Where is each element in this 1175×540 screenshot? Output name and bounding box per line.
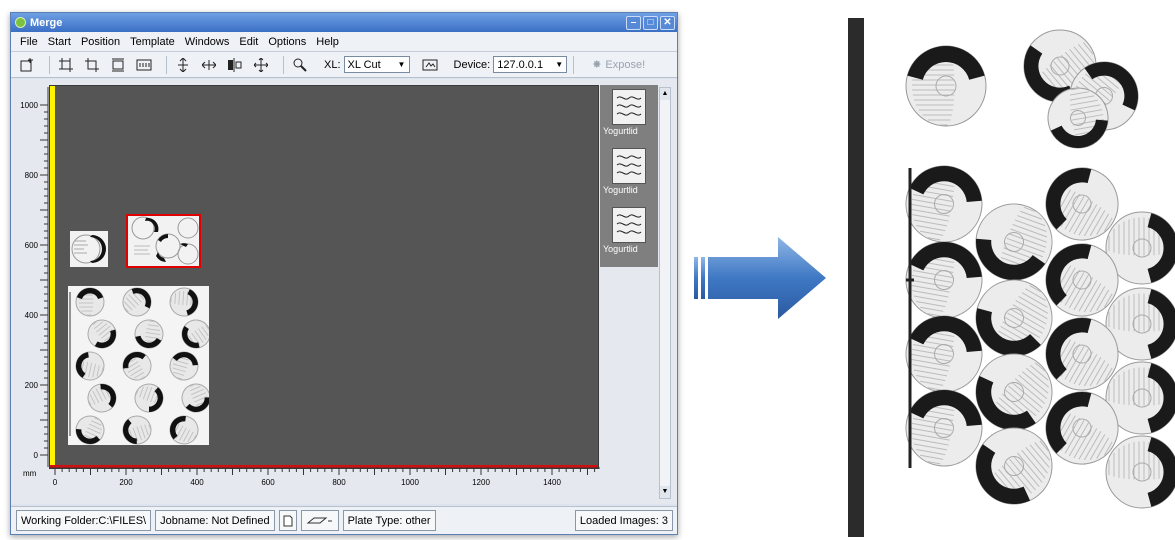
- device-label: Device:: [454, 59, 491, 71]
- ruler-unit: mm: [23, 469, 36, 478]
- align-horizontal-icon[interactable]: [199, 56, 219, 74]
- ruler-tick-label: 1000: [401, 478, 419, 487]
- expose-label: Expose!: [605, 59, 645, 71]
- menu-template[interactable]: Template: [125, 36, 180, 48]
- yogurt-lid-shape: [900, 384, 988, 472]
- chevron-down-icon: ▼: [552, 60, 566, 69]
- placed-image-selected[interactable]: [128, 216, 199, 266]
- close-button[interactable]: ✕: [660, 16, 675, 30]
- menu-position[interactable]: Position: [76, 36, 125, 48]
- exposed-plate-preview: [848, 18, 1175, 537]
- ruler-tick-label: 1200: [472, 478, 490, 487]
- crop-icon[interactable]: [56, 56, 76, 74]
- app-icon: [15, 17, 26, 28]
- placed-image-large[interactable]: [68, 286, 209, 445]
- scroll-up-icon[interactable]: ▲: [660, 88, 670, 100]
- thumbnail-label: Yogurtlid: [603, 185, 655, 195]
- expose-icon: ✸: [592, 58, 601, 71]
- menu-help[interactable]: Help: [311, 36, 344, 48]
- yogurt-lid-shape: [906, 46, 986, 126]
- workspace: 1000 800 600 400 200 0: [11, 79, 677, 504]
- zoom-icon[interactable]: [290, 56, 310, 74]
- ruler-tick-label: 200: [25, 381, 39, 390]
- loaded-images-status: Loaded Images: 3: [575, 510, 673, 531]
- jobname-status: Jobname: Not Defined: [155, 510, 274, 531]
- grid-icon[interactable]: [134, 56, 154, 74]
- toolbar-separator: [283, 56, 284, 74]
- fit-icon[interactable]: [108, 56, 128, 74]
- yogurt-lid-shape: [900, 310, 988, 398]
- xl-select[interactable]: XL Cut ▼: [344, 56, 410, 73]
- menu-options[interactable]: Options: [263, 36, 311, 48]
- toolbar: XL: XL Cut ▼ Device: 127.0.0.1 ▼ ✸ Expos…: [11, 52, 677, 78]
- working-folder-status: Working Folder:C:\FILES\: [16, 510, 151, 531]
- image-thumbnail[interactable]: Yogurtlid: [603, 207, 655, 254]
- image-list: Yogurtlid Yogurtlid Yogurtlid: [600, 85, 658, 267]
- scroll-down-icon[interactable]: ▼: [660, 486, 670, 498]
- arrow-right-icon: [692, 237, 828, 319]
- plate-preview-image: [864, 18, 1175, 537]
- xl-label: XL:: [324, 59, 341, 71]
- menu-file[interactable]: File: [15, 36, 43, 48]
- move-icon[interactable]: [251, 56, 271, 74]
- thumbnail-preview: [612, 148, 646, 184]
- thumbnail-scrollbar[interactable]: ▲ ▼: [659, 87, 671, 499]
- device-select-value: 127.0.0.1: [497, 59, 543, 71]
- ruler-tick-label: 600: [261, 478, 275, 487]
- toolbar-separator: [49, 56, 50, 74]
- plate-type-status: Plate Type: other: [343, 510, 436, 531]
- yogurt-lid-shape: [1106, 436, 1175, 508]
- plate-icon[interactable]: [301, 510, 339, 531]
- ruler-tick-label: 1400: [543, 478, 561, 487]
- minimize-button[interactable]: –: [626, 16, 641, 30]
- ruler-tick-label: 0: [53, 478, 58, 487]
- ruler-tick-label: 200: [119, 478, 133, 487]
- ruler-tick-label: 0: [34, 451, 39, 460]
- ruler-tick-label: 800: [332, 478, 346, 487]
- toolbar-separator: [166, 56, 167, 74]
- plate-canvas[interactable]: [49, 85, 599, 469]
- thumbnail-label: Yogurtlid: [603, 126, 655, 136]
- thumbnail-preview: [612, 89, 646, 125]
- thumbnail-label: Yogurtlid: [603, 244, 655, 254]
- toolbar-separator: [573, 56, 574, 74]
- chevron-down-icon: ▼: [395, 60, 409, 69]
- menu-windows[interactable]: Windows: [180, 36, 235, 48]
- title-bar[interactable]: Merge – □ ✕: [11, 13, 677, 32]
- expose-button[interactable]: ✸ Expose!: [592, 58, 645, 71]
- document-icon[interactable]: [279, 510, 297, 531]
- ruler-tick-label: 400: [25, 311, 39, 320]
- plate-edge-marker: [50, 86, 55, 468]
- vertical-ruler: 1000 800 600 400 200 0: [16, 87, 50, 467]
- menu-bar: File Start Position Template Windows Edi…: [11, 32, 677, 52]
- maximize-button[interactable]: □: [643, 16, 658, 30]
- window-title: Merge: [30, 17, 626, 29]
- ruler-tick-label: 400: [190, 478, 204, 487]
- merge-window: Merge – □ ✕ File Start Position Template…: [10, 12, 678, 535]
- status-bar: Working Folder:C:\FILES\ Jobname: Not De…: [11, 506, 677, 534]
- yogurt-lid-shape: [900, 160, 988, 248]
- ruler-tick-label: 600: [25, 241, 39, 250]
- yogurt-lid-shape: [76, 288, 104, 316]
- menu-edit[interactable]: Edit: [234, 36, 263, 48]
- distribute-icon[interactable]: [225, 56, 245, 74]
- image-list-panel: Yogurtlid Yogurtlid Yogurtlid: [600, 85, 658, 497]
- new-icon[interactable]: [17, 56, 37, 74]
- ruler-tick-label: 1000: [20, 101, 38, 110]
- placed-image-small[interactable]: [70, 231, 108, 267]
- image-thumbnail[interactable]: Yogurtlid: [603, 89, 655, 136]
- align-vertical-icon[interactable]: [173, 56, 193, 74]
- thumbnail-preview: [612, 207, 646, 243]
- trim-icon[interactable]: [82, 56, 102, 74]
- preview-icon[interactable]: [420, 56, 440, 74]
- image-thumbnail[interactable]: Yogurtlid: [603, 148, 655, 195]
- xl-select-value: XL Cut: [348, 59, 381, 71]
- ruler-tick-label: 800: [25, 171, 39, 180]
- horizontal-ruler: 0 200 400 600 800 1000 1200 1400: [41, 467, 601, 497]
- menu-start[interactable]: Start: [43, 36, 76, 48]
- device-select[interactable]: 127.0.0.1 ▼: [493, 56, 567, 73]
